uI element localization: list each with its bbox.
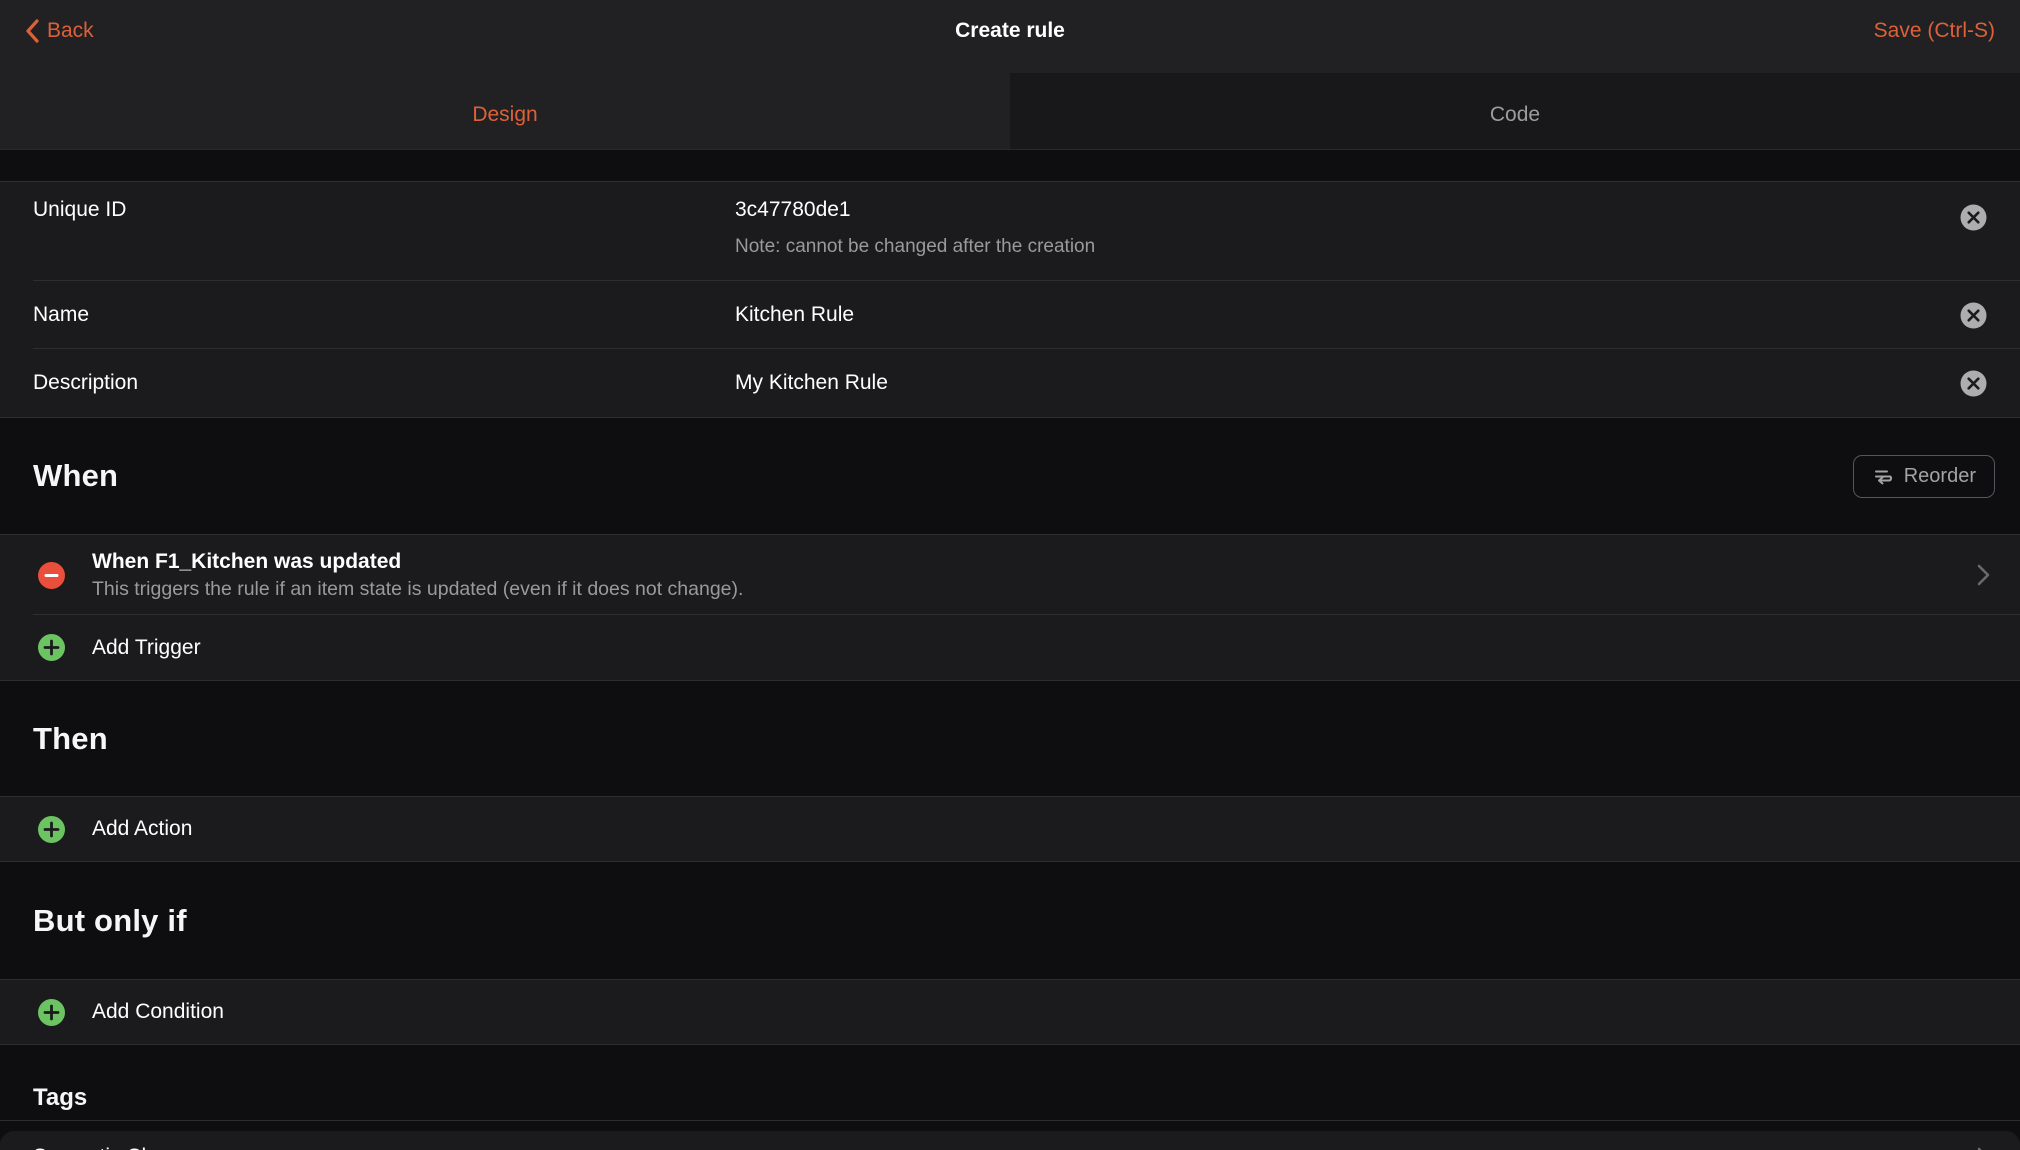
trigger-description: This triggers the rule if an item state …: [92, 577, 1965, 602]
semantic-class-label: Semantic Class: [33, 1143, 179, 1150]
add-trigger-button[interactable]: Add Trigger: [0, 615, 2020, 680]
plus-icon: [38, 816, 65, 843]
navbar: Back Create rule Save (Ctrl-S): [0, 0, 2020, 73]
back-label: Back: [47, 19, 94, 43]
when-section-header: When Reorder: [0, 418, 2020, 534]
back-button[interactable]: Back: [25, 19, 94, 43]
when-heading: When: [33, 458, 118, 494]
trigger-item[interactable]: When F1_Kitchen was updated This trigger…: [0, 535, 2020, 615]
plus-icon: [38, 634, 65, 661]
unique-id-row[interactable]: Unique ID 3c47780de1 Note: cannot be cha…: [0, 182, 2020, 281]
add-trigger-label: Add Trigger: [92, 636, 201, 660]
add-condition-label: Add Condition: [92, 1000, 224, 1024]
add-action-label: Add Action: [92, 817, 192, 841]
tabbar: Design Code: [0, 73, 2020, 150]
save-button[interactable]: Save (Ctrl-S): [1874, 19, 1995, 43]
rule-info-list: Unique ID 3c47780de1 Note: cannot be cha…: [0, 181, 2020, 418]
spacer: [0, 150, 2020, 181]
description-row[interactable]: Description My Kitchen Rule: [0, 349, 2020, 417]
but-only-if-list: Add Condition: [0, 979, 2020, 1045]
tags-section-header: Tags: [0, 1045, 2020, 1131]
clear-icon[interactable]: [1960, 204, 1987, 231]
back-chevron-icon: [25, 19, 39, 43]
plus-icon: [38, 999, 65, 1026]
but-only-if-heading: But only if: [33, 903, 187, 939]
then-heading: Then: [33, 721, 108, 757]
unique-id-note: Note: cannot be changed after the creati…: [735, 234, 1960, 260]
description-label: Description: [33, 368, 735, 398]
unique-id-label: Unique ID: [33, 195, 735, 225]
page-title: Create rule: [0, 0, 2020, 73]
semantic-class-row[interactable]: Semantic Class None: [0, 1131, 2020, 1150]
then-section-header: Then: [0, 681, 2020, 796]
tab-design-label: Design: [472, 103, 537, 127]
tab-code-label: Code: [1490, 103, 1540, 127]
description-input[interactable]: My Kitchen Rule: [735, 368, 1960, 398]
name-label: Name: [33, 300, 735, 330]
unique-id-input[interactable]: 3c47780de1: [735, 195, 1960, 225]
divider: [0, 1120, 2020, 1121]
chevron-right-icon: [1977, 564, 1990, 586]
name-input[interactable]: Kitchen Rule: [735, 300, 1960, 330]
semantic-class-value: None: [1888, 1145, 1938, 1150]
reorder-icon: [1872, 466, 1894, 486]
clear-icon[interactable]: [1960, 370, 1987, 397]
add-condition-button[interactable]: Add Condition: [0, 980, 2020, 1044]
tab-design[interactable]: Design: [0, 73, 1010, 149]
reorder-button[interactable]: Reorder: [1853, 455, 1995, 498]
tab-code[interactable]: Code: [1010, 73, 2020, 149]
tags-heading: Tags: [33, 1084, 87, 1112]
reorder-label: Reorder: [1904, 465, 1976, 488]
then-list: Add Action: [0, 796, 2020, 862]
trigger-title: When F1_Kitchen was updated: [92, 548, 1965, 575]
when-list: When F1_Kitchen was updated This trigger…: [0, 534, 2020, 681]
but-only-if-section-header: But only if: [0, 862, 2020, 979]
add-action-button[interactable]: Add Action: [0, 797, 2020, 861]
create-rule-page: Back Create rule Save (Ctrl-S) Design Co…: [0, 0, 2020, 1150]
clear-icon[interactable]: [1960, 302, 1987, 329]
name-row[interactable]: Name Kitchen Rule: [0, 281, 2020, 349]
remove-trigger-button[interactable]: [38, 562, 65, 589]
